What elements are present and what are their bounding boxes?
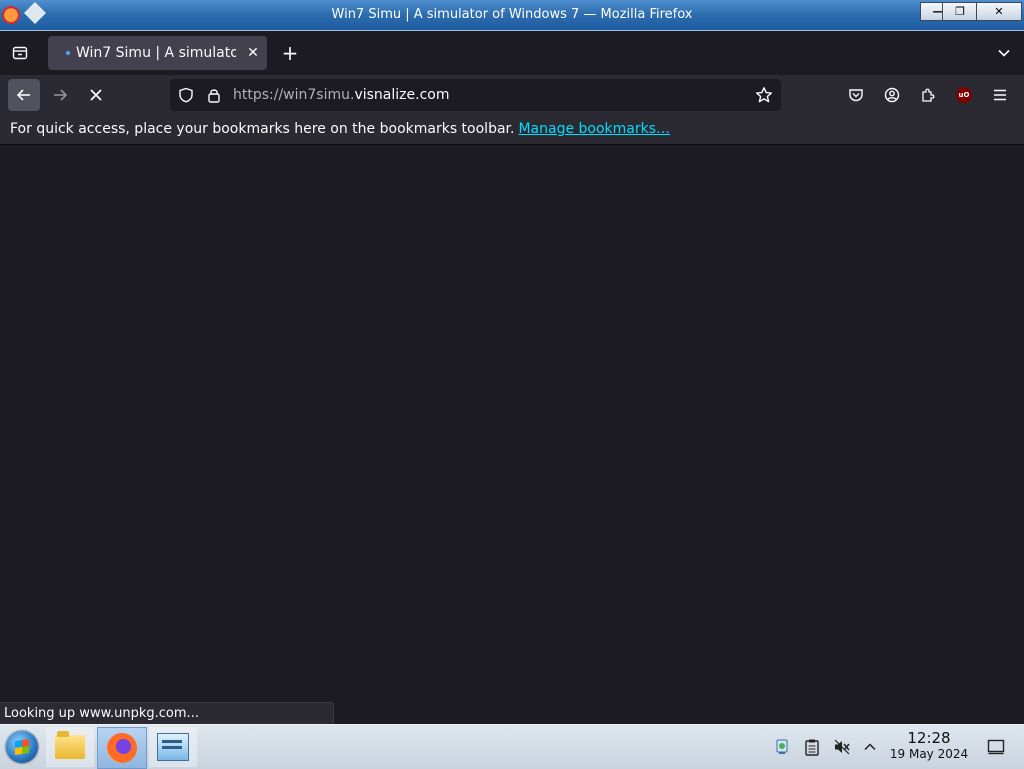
app-menu-button[interactable] xyxy=(988,83,1012,107)
taskbar: 12:28 19 May 2024 xyxy=(0,724,1024,769)
pocket-button[interactable] xyxy=(844,83,868,107)
show-hidden-tray-button[interactable] xyxy=(860,737,880,757)
tab-strip: Win7 Simu | A simulator of Windows 7 ✕ + xyxy=(0,31,1024,75)
volume-muted-icon xyxy=(834,739,850,755)
bookmark-star-button[interactable] xyxy=(754,85,774,105)
folder-icon xyxy=(55,731,85,759)
back-icon xyxy=(16,89,30,101)
address-bar[interactable]: https://win7simu.visnalize.com xyxy=(170,79,781,111)
network-icon xyxy=(776,739,788,754)
start-orb-icon xyxy=(6,731,38,763)
firefox-icon xyxy=(107,733,137,763)
url-prefix: https://win7simu. xyxy=(233,87,355,103)
account-icon xyxy=(884,87,900,103)
hamburger-menu-icon xyxy=(994,89,1006,101)
stop-icon xyxy=(90,89,102,101)
window-title: Win7 Simu | A simulator of Windows 7 — M… xyxy=(331,7,693,22)
firefox-view-button[interactable] xyxy=(8,41,32,65)
bookmarks-hint-text: For quick access, place your bookmarks h… xyxy=(10,121,515,137)
manage-bookmarks-link[interactable]: Manage bookmarks… xyxy=(518,121,670,137)
clock-date: 19 May 2024 xyxy=(889,747,969,761)
back-button[interactable] xyxy=(8,79,40,111)
maximize-icon: ❐ xyxy=(955,5,965,18)
forward-button[interactable] xyxy=(44,79,76,111)
close-icon: ✕ xyxy=(994,5,1004,18)
star-icon xyxy=(756,87,772,103)
bookmarks-toolbar: For quick access, place your bookmarks h… xyxy=(0,115,1024,145)
system-settings-icon xyxy=(157,733,189,761)
url-domain: visnalize.com xyxy=(354,87,450,103)
tab-win7-simu[interactable]: Win7 Simu | A simulator of Windows 7 ✕ xyxy=(48,36,267,70)
window-titlebar[interactable]: Win7 Simu | A simulator of Windows 7 — M… xyxy=(0,0,1024,31)
start-button[interactable] xyxy=(0,727,44,767)
extensions-icon xyxy=(922,88,935,102)
clipboard-icon xyxy=(805,739,819,756)
clock-time: 12:28 xyxy=(907,729,951,747)
ublock-origin-button[interactable]: uO xyxy=(952,83,976,107)
firefox-view-icon xyxy=(12,46,28,60)
stop-button[interactable] xyxy=(80,79,112,111)
status-panel: Looking up www.unpkg.com... xyxy=(0,702,334,724)
lock-icon[interactable] xyxy=(206,87,222,103)
account-button[interactable] xyxy=(880,83,904,107)
list-all-tabs-button[interactable] xyxy=(992,41,1016,65)
taskbar-firefox[interactable] xyxy=(97,727,147,769)
navigation-toolbar: https://win7simu.visnalize.com uO xyxy=(0,75,1024,115)
clock[interactable]: 12:28 19 May 2024 xyxy=(880,730,978,762)
maximize-button[interactable]: ❐ xyxy=(942,2,978,21)
tab-title: Win7 Simu | A simulator of Windows 7 xyxy=(76,45,236,61)
shield-icon[interactable] xyxy=(178,87,194,103)
bookmarks-empty-message: For quick access, place your bookmarks h… xyxy=(10,121,670,137)
tab-close-icon[interactable]: ✕ xyxy=(244,44,262,62)
taskbar-file-manager[interactable] xyxy=(46,727,94,767)
show-desktop-button[interactable] xyxy=(986,737,1006,757)
url-text[interactable]: https://win7simu.visnalize.com xyxy=(233,87,449,103)
new-tab-button[interactable]: + xyxy=(278,41,302,65)
forward-icon xyxy=(54,89,68,101)
clipboard-tray-button[interactable] xyxy=(802,737,822,757)
volume-tray-button[interactable] xyxy=(832,737,852,757)
status-text: Looking up www.unpkg.com... xyxy=(4,706,199,721)
loading-indicator-icon xyxy=(66,51,70,55)
page-content-area[interactable] xyxy=(0,145,1024,724)
chevron-down-icon xyxy=(998,49,1010,57)
show-desktop-icon xyxy=(987,739,1005,755)
close-window-button[interactable]: ✕ xyxy=(976,2,1022,21)
network-tray-button[interactable] xyxy=(772,737,792,757)
taskbar-system-settings[interactable] xyxy=(149,727,197,767)
extensions-button[interactable] xyxy=(916,83,940,107)
chevron-up-icon xyxy=(864,743,876,751)
ublock-icon: uO xyxy=(956,87,972,103)
plus-icon: + xyxy=(281,41,299,65)
pocket-icon xyxy=(849,89,863,102)
